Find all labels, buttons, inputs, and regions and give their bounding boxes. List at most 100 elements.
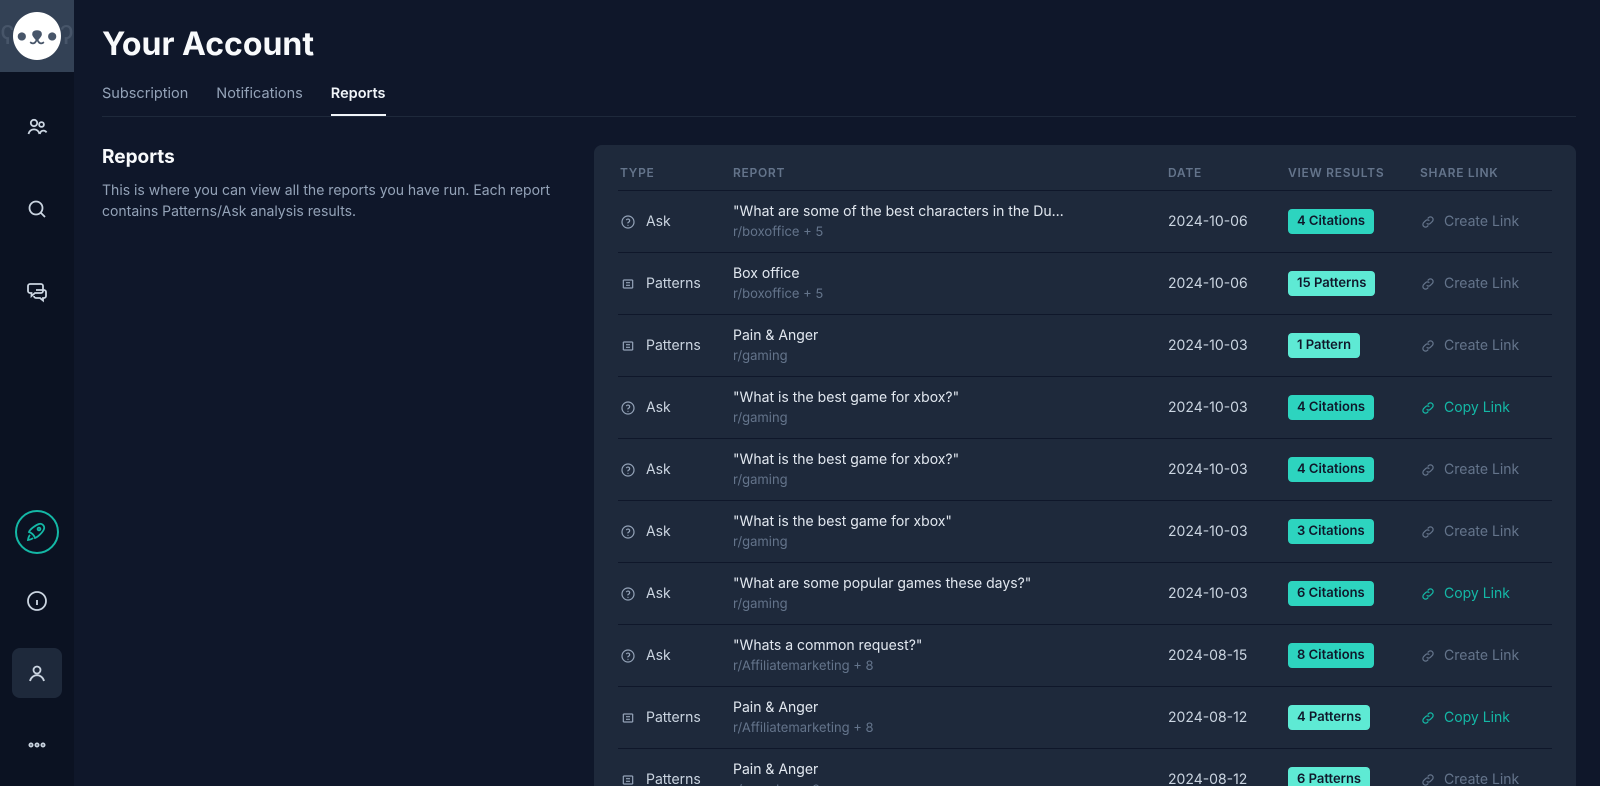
patterns-icon bbox=[620, 772, 636, 786]
results-badge[interactable]: 4 Citations bbox=[1288, 209, 1374, 234]
link-icon bbox=[1420, 400, 1436, 416]
report-cell[interactable]: Pain & Angerr/gaming bbox=[733, 327, 1168, 364]
sidebar-item-conversations[interactable] bbox=[12, 266, 62, 316]
tab-reports[interactable]: Reports bbox=[331, 85, 386, 116]
logo-box[interactable]: ʕ•ᴥ•ʔ bbox=[0, 0, 74, 72]
report-cell[interactable]: Pain & Angerr/searcher + 2 bbox=[733, 761, 1168, 786]
create-link-button[interactable]: Create Link bbox=[1420, 213, 1552, 230]
create-link-button[interactable]: Create Link bbox=[1420, 461, 1552, 478]
table-row: Ask"Whats a common request?" r/Affiliatem… bbox=[618, 624, 1552, 686]
sidebar-item-account[interactable] bbox=[12, 648, 62, 698]
question-icon bbox=[620, 524, 636, 540]
report-subtext: r/gaming bbox=[733, 348, 1168, 364]
link-icon bbox=[1420, 276, 1436, 292]
question-icon bbox=[620, 648, 636, 664]
view-results-cell: 4 Citations bbox=[1288, 209, 1420, 234]
share-label: Copy Link bbox=[1444, 585, 1510, 602]
type-cell: Patterns bbox=[618, 771, 733, 786]
results-badge[interactable]: 4 Citations bbox=[1288, 395, 1374, 420]
type-label: Patterns bbox=[646, 771, 701, 786]
table-row: Patterns Pain & Angerr/gaming2024-10-031 … bbox=[618, 314, 1552, 376]
reports-table-card: TYPE REPORT DATE VIEW RESULTS SHARE LINK… bbox=[594, 145, 1576, 786]
results-badge[interactable]: 3 Citations bbox=[1288, 519, 1374, 544]
question-icon bbox=[620, 586, 636, 602]
view-results-cell: 4 Citations bbox=[1288, 457, 1420, 482]
results-badge[interactable]: 6 Citations bbox=[1288, 581, 1374, 606]
results-badge[interactable]: 6 Patterns bbox=[1288, 767, 1370, 786]
copy-link-button[interactable]: Copy Link bbox=[1420, 399, 1552, 416]
date-cell: 2024-08-12 bbox=[1168, 709, 1288, 726]
date-cell: 2024-10-03 bbox=[1168, 523, 1288, 540]
report-subtext: r/gaming bbox=[733, 534, 1168, 550]
share-label: Create Link bbox=[1444, 461, 1519, 478]
report-cell[interactable]: "What is the best game for xbox?"r/gamin… bbox=[733, 451, 1168, 488]
sidebar-item-upgrade[interactable] bbox=[15, 510, 59, 554]
question-icon bbox=[620, 462, 636, 478]
report-cell[interactable]: "Whats a common request?" r/Affiliatemark… bbox=[733, 637, 1168, 674]
report-cell[interactable]: "What is the best game for xbox?"r/gamin… bbox=[733, 389, 1168, 426]
sidebar-item-audiences[interactable] bbox=[12, 102, 62, 152]
report-cell[interactable]: "What is the best game for xbox"r/gaming bbox=[733, 513, 1168, 550]
date-cell: 2024-10-06 bbox=[1168, 275, 1288, 292]
report-subtext: r/Affiliatemarketing + 8 bbox=[733, 658, 1168, 674]
type-cell: Ask bbox=[618, 213, 733, 230]
report-cell[interactable]: "What are some popular games these days?… bbox=[733, 575, 1168, 612]
type-cell: Patterns bbox=[618, 275, 733, 292]
view-results-cell: 6 Patterns bbox=[1288, 767, 1420, 786]
type-cell: Patterns bbox=[618, 709, 733, 726]
type-cell: Ask bbox=[618, 461, 733, 478]
user-icon bbox=[25, 661, 49, 685]
sidebar-item-search[interactable] bbox=[12, 184, 62, 234]
report-subtext: r/boxoffice + 5 bbox=[733, 224, 1168, 240]
report-cell[interactable]: Box officer/boxoffice + 5 bbox=[733, 265, 1168, 302]
copy-link-button[interactable]: Copy Link bbox=[1420, 585, 1552, 602]
results-badge[interactable]: 4 Citations bbox=[1288, 457, 1374, 482]
sidebar: ʕ•ᴥ•ʔ bbox=[0, 0, 74, 786]
table-row: Ask"What are some of the best characters… bbox=[618, 190, 1552, 252]
type-label: Ask bbox=[646, 585, 671, 602]
copy-link-button[interactable]: Copy Link bbox=[1420, 709, 1552, 726]
report-title: "What are some of the best characters in… bbox=[733, 203, 1168, 220]
sidebar-item-help[interactable] bbox=[12, 576, 62, 626]
rocket-icon bbox=[25, 520, 49, 544]
question-icon bbox=[620, 214, 636, 230]
link-icon bbox=[1420, 338, 1436, 354]
tab-notifications[interactable]: Notifications bbox=[216, 85, 303, 116]
date-cell: 2024-08-15 bbox=[1168, 647, 1288, 664]
create-link-button[interactable]: Create Link bbox=[1420, 523, 1552, 540]
date-cell: 2024-10-03 bbox=[1168, 337, 1288, 354]
report-subtext: r/gaming bbox=[733, 472, 1168, 488]
results-badge[interactable]: 4 Patterns bbox=[1288, 705, 1370, 730]
type-cell: Ask bbox=[618, 647, 733, 664]
logo-bear-icon: ʕ•ᴥ•ʔ bbox=[13, 12, 61, 60]
results-badge[interactable]: 1 Pattern bbox=[1288, 333, 1360, 358]
create-link-button[interactable]: Create Link bbox=[1420, 337, 1552, 354]
report-subtext: r/gaming bbox=[733, 596, 1168, 612]
question-icon bbox=[620, 400, 636, 416]
section-description: This is where you can view all the repor… bbox=[102, 180, 562, 222]
create-link-button[interactable]: Create Link bbox=[1420, 771, 1552, 786]
report-title: Pain & Anger bbox=[733, 699, 1168, 716]
results-badge[interactable]: 15 Patterns bbox=[1288, 271, 1375, 296]
type-cell: Patterns bbox=[618, 337, 733, 354]
date-cell: 2024-10-03 bbox=[1168, 585, 1288, 602]
sidebar-item-more[interactable] bbox=[12, 720, 62, 770]
share-label: Create Link bbox=[1444, 647, 1519, 664]
type-label: Patterns bbox=[646, 337, 701, 354]
share-label: Copy Link bbox=[1444, 399, 1510, 416]
tab-subscription[interactable]: Subscription bbox=[102, 85, 188, 116]
report-cell[interactable]: Pain & Angerr/Affiliatemarketing + 8 bbox=[733, 699, 1168, 736]
create-link-button[interactable]: Create Link bbox=[1420, 647, 1552, 664]
create-link-button[interactable]: Create Link bbox=[1420, 275, 1552, 292]
type-label: Ask bbox=[646, 523, 671, 540]
type-cell: Ask bbox=[618, 585, 733, 602]
report-cell[interactable]: "What are some of the best characters in… bbox=[733, 203, 1168, 240]
table-header: TYPE REPORT DATE VIEW RESULTS SHARE LINK bbox=[618, 165, 1552, 190]
link-icon bbox=[1420, 772, 1436, 786]
view-results-cell: 15 Patterns bbox=[1288, 271, 1420, 296]
users-icon bbox=[25, 115, 49, 139]
info-icon bbox=[25, 589, 49, 613]
view-results-cell: 6 Citations bbox=[1288, 581, 1420, 606]
results-badge[interactable]: 8 Citations bbox=[1288, 643, 1374, 668]
report-title: "Whats a common request?" bbox=[733, 637, 1168, 654]
